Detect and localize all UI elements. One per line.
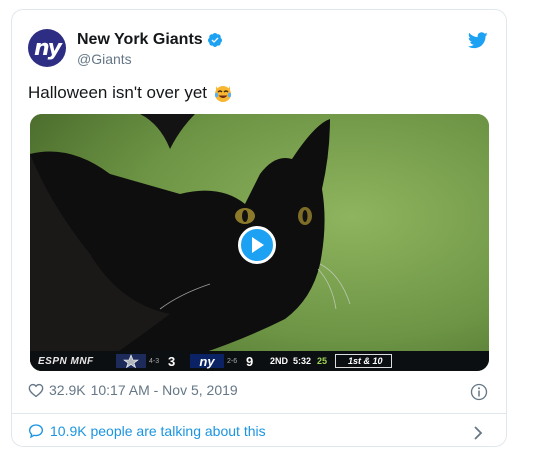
team1-logo [116,354,146,369]
comment-icon [28,424,44,439]
game-clock: 5:32 [293,356,312,366]
team2-logo: ny [190,354,224,369]
team1-score: 3 [168,353,176,369]
tweet-text-content: Halloween isn't over yet [28,83,207,102]
tweet-text: Halloween isn't over yet [28,83,233,103]
conversation-link[interactable]: 10.9K people are talking about this [28,423,266,439]
tweet-timestamp[interactable]: 10:17 AM - Nov 5, 2019 [91,382,238,398]
star-icon [123,354,139,369]
tweet-card[interactable]: ny New York Giants @Giants Halloween isn… [11,9,507,447]
conversation-count[interactable]: 10.9K people are talking about this [50,423,266,439]
heart-icon[interactable] [28,382,44,398]
scorebar: ESPN MNF 4-3 3 ny 2-6 9 2ND 5:32 25 1st … [30,351,489,371]
down-distance: 1st & 10 [335,354,392,368]
network-logo: ESPN MNF [38,355,94,367]
divider [12,413,506,414]
account-handle[interactable]: @Giants [77,51,132,67]
tweet-meta: 32.9K 10:17 AM - Nov 5, 2019 [28,382,238,398]
crying-laughing-cat-emoji-icon [214,86,232,102]
quarter: 2ND [270,356,289,366]
play-icon [252,237,264,253]
video-player[interactable]: ESPN MNF 4-3 3 ny 2-6 9 2ND 5:32 25 1st … [30,114,489,371]
team1-record: 4-3 [149,357,160,365]
account-name-row[interactable]: New York Giants [77,31,223,49]
like-count[interactable]: 32.9K [49,382,86,398]
twitter-bird-icon[interactable] [468,32,488,49]
team2-score: 9 [246,353,254,369]
info-icon[interactable] [470,383,488,401]
avatar-logo: ny [33,35,62,61]
play-clock: 25 [317,356,328,366]
chevron-right-icon[interactable] [472,426,484,440]
account-name[interactable]: New York Giants [77,31,203,49]
avatar[interactable]: ny [28,29,66,67]
play-button[interactable] [238,226,276,264]
verified-badge-icon [207,33,222,47]
team2-record: 2-6 [227,357,238,365]
